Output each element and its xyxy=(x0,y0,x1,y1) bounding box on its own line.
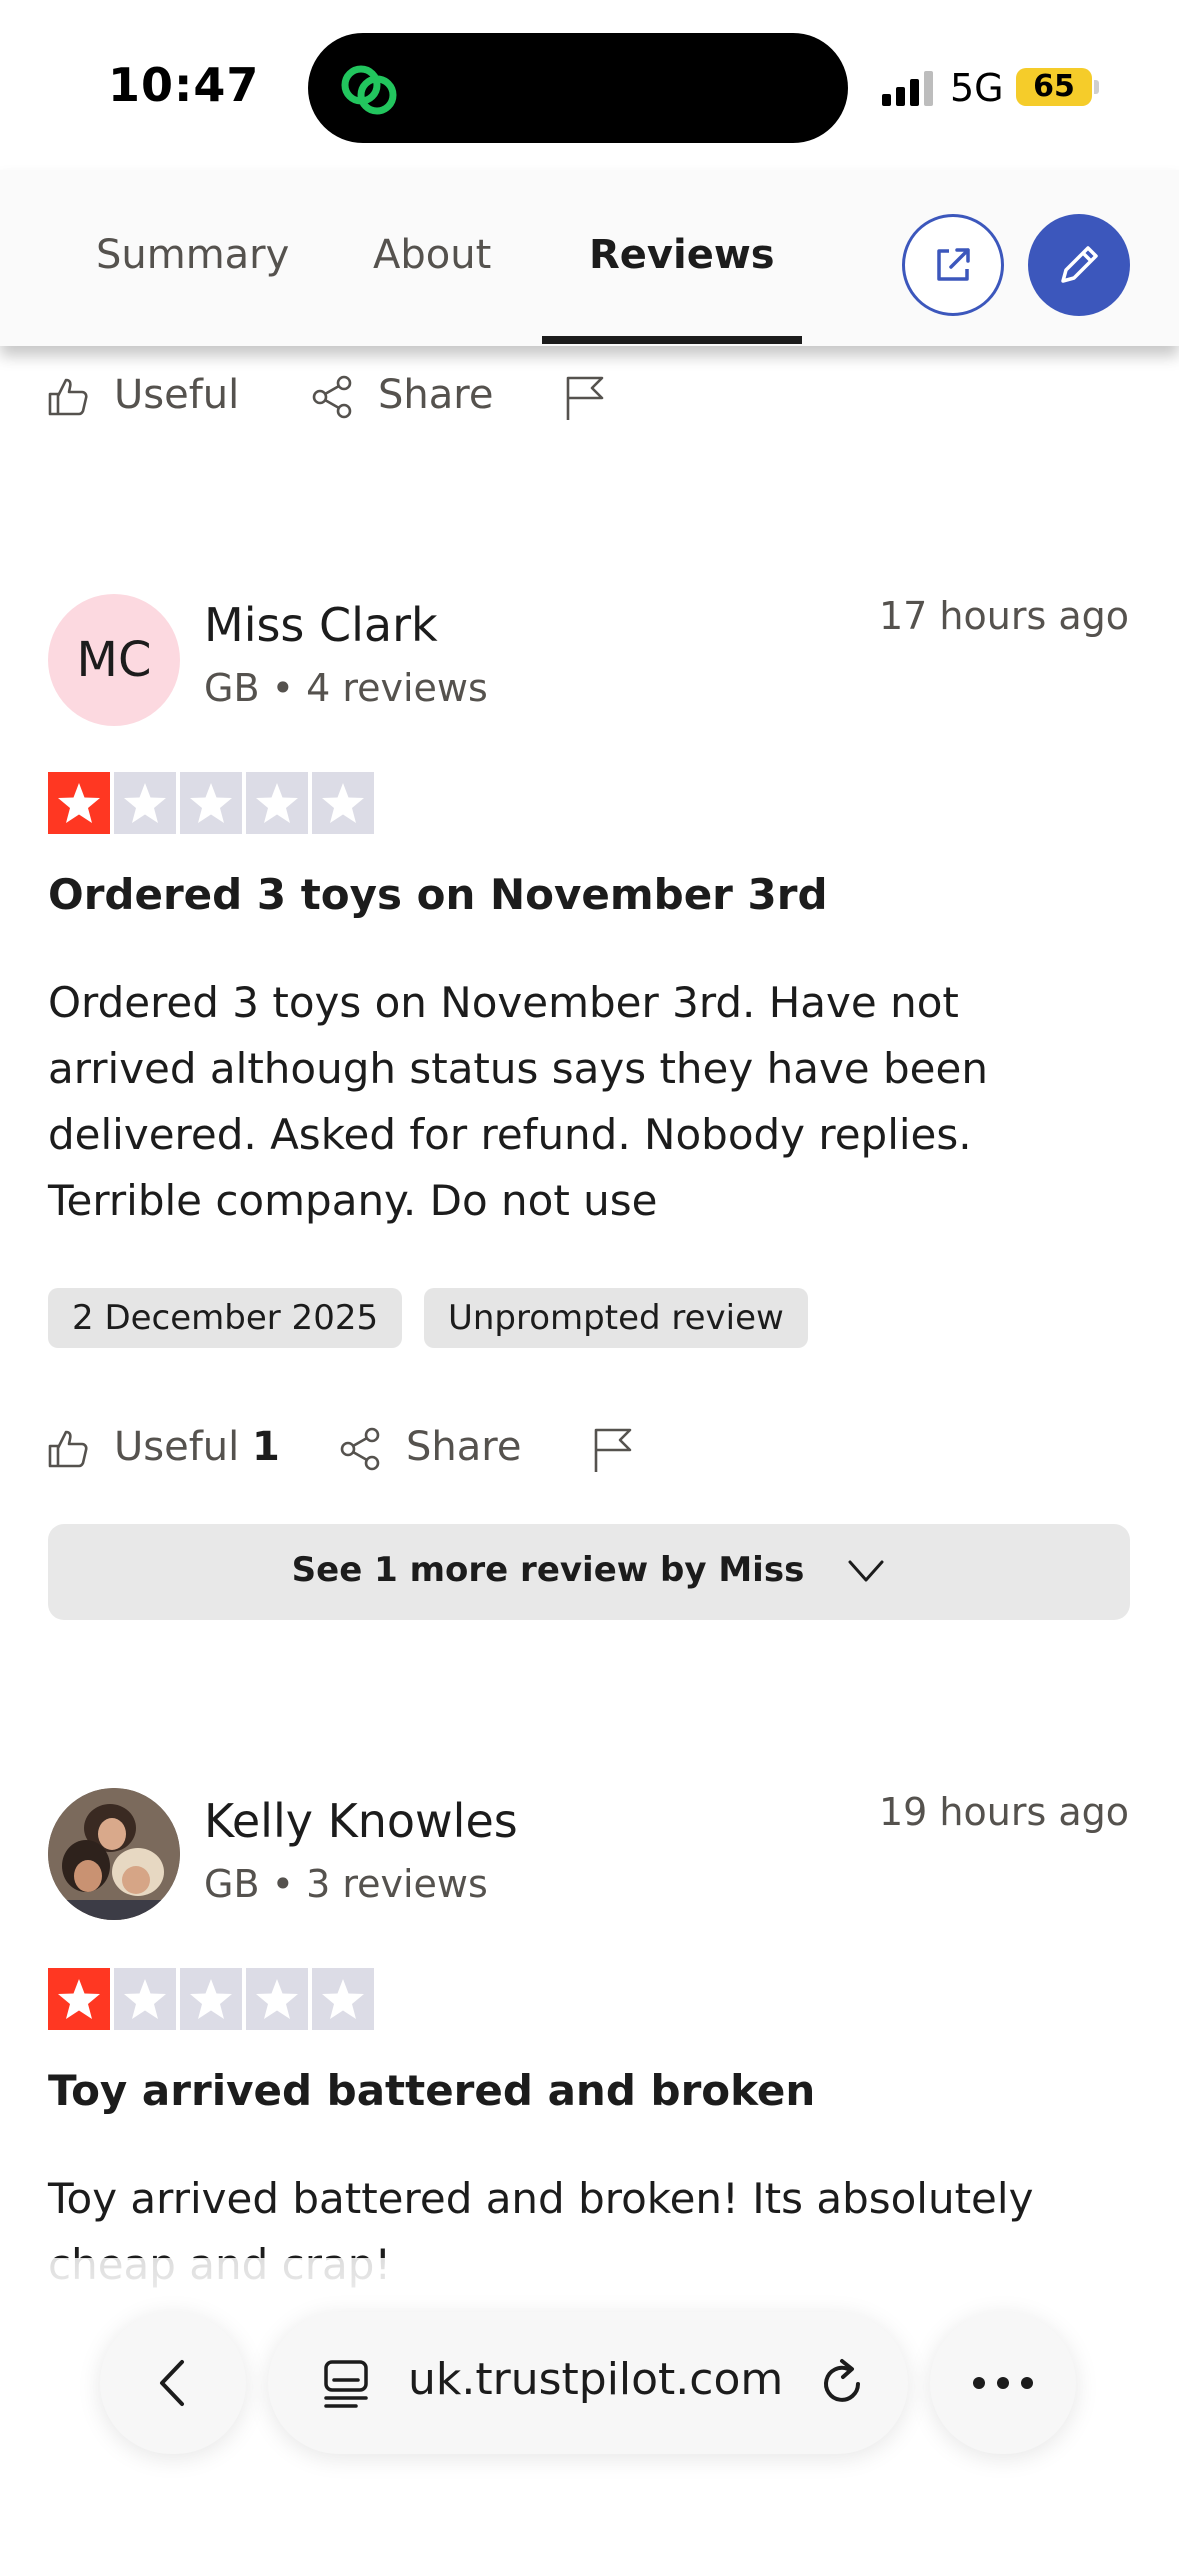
tab-about[interactable]: About xyxy=(373,232,491,278)
star-icon xyxy=(246,772,308,834)
reviewer-meta: GB • 4 reviews xyxy=(204,666,488,710)
star-icon xyxy=(114,1968,176,2030)
unprompted-review-chip[interactable]: Unprompted review xyxy=(424,1288,808,1348)
useful-text: Useful xyxy=(114,1424,240,1470)
reviewer-meta: GB • 3 reviews xyxy=(204,1862,488,1906)
review-body: Ordered 3 toys on November 3rd. Have not… xyxy=(48,978,988,1225)
back-button[interactable] xyxy=(100,2312,246,2454)
reviewer-name[interactable]: Kelly Knowles xyxy=(204,1794,518,1848)
status-bar: 10:47 5G 65 xyxy=(0,0,1179,170)
star-icon xyxy=(180,1968,242,2030)
network-type: 5G xyxy=(950,66,1004,110)
star-icon xyxy=(48,772,110,834)
chevron-left-icon xyxy=(160,2360,184,2406)
thumbs-up-icon xyxy=(48,1430,88,1468)
address-bar[interactable]: uk.trustpilot.com xyxy=(268,2312,908,2454)
review-actions: Useful 1 Share xyxy=(46,1418,686,1478)
active-tab-indicator xyxy=(542,336,802,344)
see-more-label: See 1 more review by Miss xyxy=(291,1550,805,1590)
link-app-icon xyxy=(341,65,397,115)
battery-cap xyxy=(1094,80,1099,94)
review-card: MC Miss Clark GB • 4 reviews 17 hours ag… xyxy=(0,580,1179,1630)
share-icon xyxy=(340,1427,380,1471)
company-tab-bar: Summary About Reviews xyxy=(0,170,1179,346)
url-text: uk.trustpilot.com xyxy=(408,2354,784,2405)
review-title[interactable]: Toy arrived battered and broken xyxy=(48,2066,815,2115)
chevron-down-icon xyxy=(848,1560,884,1582)
tab-reviews[interactable]: Reviews xyxy=(589,232,775,278)
reviewer-name[interactable]: Miss Clark xyxy=(204,598,438,652)
review-card: Kelly Knowles GB • 3 reviews 19 hours ag… xyxy=(0,1776,1179,2289)
review-title[interactable]: Ordered 3 toys on November 3rd xyxy=(48,870,828,919)
review-date-chip: 2 December 2025 xyxy=(48,1288,403,1348)
battery-icon: 65 xyxy=(1016,68,1092,106)
avatar-photo-icon xyxy=(48,1788,180,1920)
share-icon xyxy=(312,375,352,419)
useful-count: 1 xyxy=(252,1424,280,1470)
write-review-button[interactable] xyxy=(1028,214,1130,316)
tabs-icon xyxy=(324,2360,368,2408)
star-rating xyxy=(48,772,374,834)
signal-icon xyxy=(882,71,933,106)
star-icon xyxy=(180,772,242,834)
useful-label: Useful xyxy=(114,372,240,418)
star-icon xyxy=(114,772,176,834)
previous-review-actions: Useful Share xyxy=(46,366,646,426)
share-label: Share xyxy=(406,1424,522,1470)
external-link-icon xyxy=(937,248,970,281)
reload-icon[interactable] xyxy=(814,2356,870,2412)
visit-website-button[interactable] xyxy=(902,214,1004,316)
ellipsis-icon xyxy=(973,2377,1033,2389)
useful-label: Useful 1 xyxy=(114,1424,280,1470)
more-options-button[interactable] xyxy=(930,2312,1076,2454)
star-icon xyxy=(246,1968,308,2030)
see-more-reviews-button[interactable]: See 1 more review by Miss xyxy=(48,1524,1130,1620)
thumbs-up-icon xyxy=(48,378,88,416)
review-time: 19 hours ago xyxy=(878,1790,1129,1834)
share-label: Share xyxy=(378,372,494,418)
star-icon xyxy=(48,1968,110,2030)
star-icon xyxy=(312,772,374,834)
tab-summary[interactable]: Summary xyxy=(96,232,289,278)
star-rating xyxy=(48,1968,374,2030)
flag-icon xyxy=(566,376,604,420)
dynamic-island xyxy=(308,33,848,143)
flag-icon xyxy=(594,1428,632,1472)
review-time: 17 hours ago xyxy=(878,594,1129,638)
status-time: 10:47 xyxy=(108,58,260,112)
pencil-icon xyxy=(1061,246,1098,283)
avatar[interactable] xyxy=(48,1788,180,1920)
avatar[interactable]: MC xyxy=(48,594,180,726)
star-icon xyxy=(312,1968,374,2030)
